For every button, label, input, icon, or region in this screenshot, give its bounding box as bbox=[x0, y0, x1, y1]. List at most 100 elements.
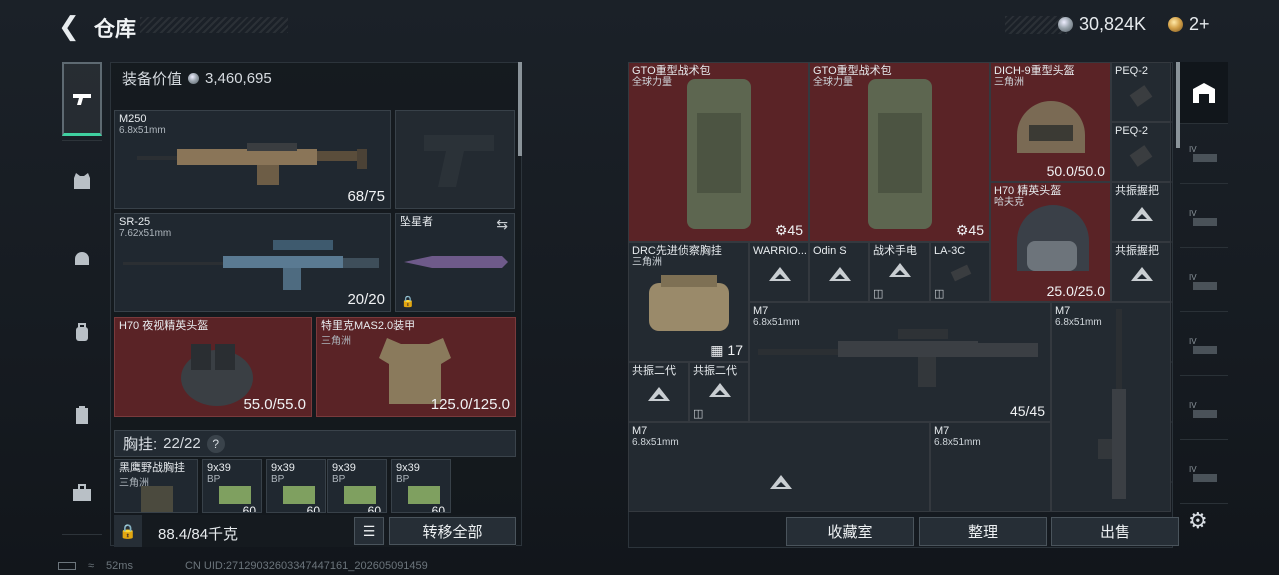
item-name: 共振二代 bbox=[693, 365, 737, 377]
equipment-value-label: 装备价值 bbox=[122, 71, 183, 88]
weapon-case-icon: IV bbox=[1189, 401, 1217, 418]
stash-item[interactable]: PEQ-2 bbox=[1111, 62, 1171, 122]
swap-icon[interactable]: ⇆ bbox=[496, 216, 508, 233]
item-count: ⚙45 bbox=[774, 222, 803, 238]
armor-slot[interactable]: 特里克MAS2.0装甲 三角洲 125.0/125.0 bbox=[316, 317, 516, 417]
nav-toolbox[interactable] bbox=[62, 456, 102, 530]
item-sub: 三角洲 bbox=[632, 257, 662, 268]
pistol-slot[interactable] bbox=[395, 110, 515, 209]
ammo-slot[interactable]: 9x39 BP 60 bbox=[266, 459, 326, 513]
item-name: M7 bbox=[934, 425, 950, 437]
chest-rig-image bbox=[141, 486, 173, 512]
item-name: Odin S bbox=[813, 245, 847, 257]
stash-item[interactable]: WARRIO... bbox=[749, 242, 809, 302]
stash-item[interactable]: M7 6.8x51mm bbox=[1051, 302, 1171, 512]
slot-name: 9x39 bbox=[396, 462, 420, 474]
stash-item[interactable]: M7 6.8x51mm bbox=[930, 422, 1051, 512]
stash-item[interactable]: DRC先进侦察胸挂 三角洲 ▦ 17 bbox=[628, 242, 749, 362]
nav-armor[interactable] bbox=[62, 144, 102, 218]
status-bar: ≈ 52ms CN UID:27129032603347447161_20260… bbox=[58, 560, 428, 572]
vertical-rifle-image bbox=[1098, 309, 1126, 499]
secondary-weapon-slot[interactable]: SR-25 7.62x51mm 20/20 bbox=[114, 213, 391, 312]
item-name: DRC先进侦察胸挂 bbox=[632, 245, 722, 257]
stash-page-iv[interactable]: IV bbox=[1180, 382, 1228, 440]
title-decoration bbox=[140, 17, 288, 33]
category-nav bbox=[62, 62, 102, 542]
stash-item[interactable]: 共振二代 ◫ bbox=[689, 362, 749, 422]
help-icon[interactable]: ? bbox=[206, 434, 225, 453]
slot-name: 9x39 bbox=[332, 462, 356, 474]
helmet-slot[interactable]: H70 夜视精英头盔 55.0/55.0 bbox=[114, 317, 312, 417]
stash-page-iv[interactable]: IV bbox=[1180, 446, 1228, 504]
slot-ammo: 20/20 bbox=[347, 291, 385, 308]
loadout-scrollbar[interactable] bbox=[518, 62, 522, 156]
unknown-item-icon bbox=[829, 267, 851, 281]
nav-helmet[interactable] bbox=[62, 220, 102, 294]
ammo-slot[interactable]: 9x39 BP 60 bbox=[327, 459, 387, 513]
weapon-case-icon: IV bbox=[1189, 209, 1217, 226]
item-name: WARRIO... bbox=[753, 245, 807, 257]
slot-durability: 125.0/125.0 bbox=[430, 396, 510, 413]
wifi-icon: ≈ bbox=[88, 560, 95, 572]
stash-item[interactable]: 共振握把 bbox=[1111, 242, 1171, 302]
melee-slot[interactable]: 坠星者 ⇆ 🔒 bbox=[395, 213, 515, 312]
stash-page-iv[interactable]: IV bbox=[1180, 254, 1228, 312]
stash-page-iv[interactable]: IV bbox=[1180, 126, 1228, 184]
svg-text:IV: IV bbox=[1189, 337, 1197, 346]
weapon-case-icon: IV bbox=[1189, 273, 1217, 290]
item-name: PEQ-2 bbox=[1115, 65, 1149, 77]
item-sub: 全球力量 bbox=[632, 77, 672, 88]
stash-item[interactable]: LA-3C ◫ bbox=[930, 242, 990, 302]
nav-medical[interactable] bbox=[62, 378, 102, 452]
stash-page-iv[interactable]: IV bbox=[1180, 318, 1228, 376]
currency-amount: 30,824K bbox=[1079, 13, 1147, 34]
slot-region: 三角洲 bbox=[321, 336, 351, 347]
sell-button[interactable]: 出售 bbox=[1051, 517, 1179, 546]
stash-item[interactable]: 共振握把 bbox=[1111, 182, 1171, 242]
rig-item-slot[interactable]: 黑鹰野战胸挂 三角洲 bbox=[114, 459, 198, 513]
weapon-case-icon: IV bbox=[1189, 337, 1217, 354]
token-display[interactable]: 2+ bbox=[1168, 12, 1210, 36]
stash-item[interactable]: Odin S bbox=[809, 242, 869, 302]
stash-item[interactable]: M7 6.8x51mm 45/45 bbox=[749, 302, 1051, 422]
vest-icon bbox=[74, 173, 90, 189]
sort-button[interactable]: 整理 bbox=[919, 517, 1047, 546]
uid-text: CN UID:27129032603347447161_202605091459 bbox=[184, 560, 428, 572]
svg-text:IV: IV bbox=[1189, 145, 1197, 154]
stash-page-iv[interactable]: IV bbox=[1180, 190, 1228, 248]
collection-button[interactable]: 收藏室 bbox=[786, 517, 914, 546]
transfer-all-button[interactable]: 转移全部 bbox=[389, 517, 516, 545]
item-name: DICH-9重型头盔 bbox=[994, 65, 1075, 77]
nav-weapons[interactable] bbox=[62, 62, 102, 136]
weapon-case-icon: IV bbox=[1189, 465, 1217, 482]
equipment-value: 装备价值 3,460,695 bbox=[122, 68, 272, 89]
stash-item[interactable]: 共振二代 bbox=[628, 362, 689, 422]
slot-name: 9x39 bbox=[271, 462, 295, 474]
toolbox-icon bbox=[73, 484, 91, 501]
battery-icon bbox=[58, 562, 76, 570]
back-icon[interactable]: ❮ bbox=[58, 12, 82, 40]
ammo-slot[interactable]: 9x39 BP 60 bbox=[202, 459, 262, 513]
stash-item[interactable]: GTO重型战术包 全球力量 ⚙45 bbox=[628, 62, 809, 242]
stash-item[interactable]: DICH-9重型头盔 三角洲 50.0/50.0 bbox=[990, 62, 1111, 182]
page-title: 仓库 bbox=[94, 18, 136, 41]
svg-text:IV: IV bbox=[1189, 273, 1197, 282]
ammo-slot[interactable]: 9x39 BP 60 bbox=[391, 459, 451, 513]
item-durability: 25.0/25.0 bbox=[1046, 283, 1105, 299]
stash-item[interactable]: GTO重型战术包 全球力量 ⚙45 bbox=[809, 62, 990, 242]
svg-text:IV: IV bbox=[1189, 209, 1197, 218]
stash-item[interactable]: H70 精英头盔 哈夫克 25.0/25.0 bbox=[990, 182, 1111, 302]
weight-value: 88.4/84千克 bbox=[158, 526, 239, 543]
stash-item[interactable]: 战术手电 ◫ bbox=[869, 242, 930, 302]
list-view-button[interactable]: ☰ bbox=[354, 517, 384, 545]
lock-icon[interactable]: 🔒 bbox=[114, 515, 142, 547]
item-sub: 全球力量 bbox=[813, 77, 853, 88]
stash-page-main[interactable] bbox=[1180, 62, 1228, 124]
nav-backpack[interactable] bbox=[62, 296, 102, 370]
stash-item[interactable]: PEQ-2 bbox=[1111, 122, 1171, 182]
settings-gear-icon[interactable]: ⚙ bbox=[1188, 508, 1208, 534]
stash-page-nav: IV IV IV IV IV IV bbox=[1180, 62, 1228, 542]
primary-weapon-slot[interactable]: M250 6.8x51mm 68/75 bbox=[114, 110, 391, 209]
pistol-icon bbox=[73, 93, 91, 105]
stash-item[interactable]: M7 6.8x51mm bbox=[628, 422, 930, 512]
